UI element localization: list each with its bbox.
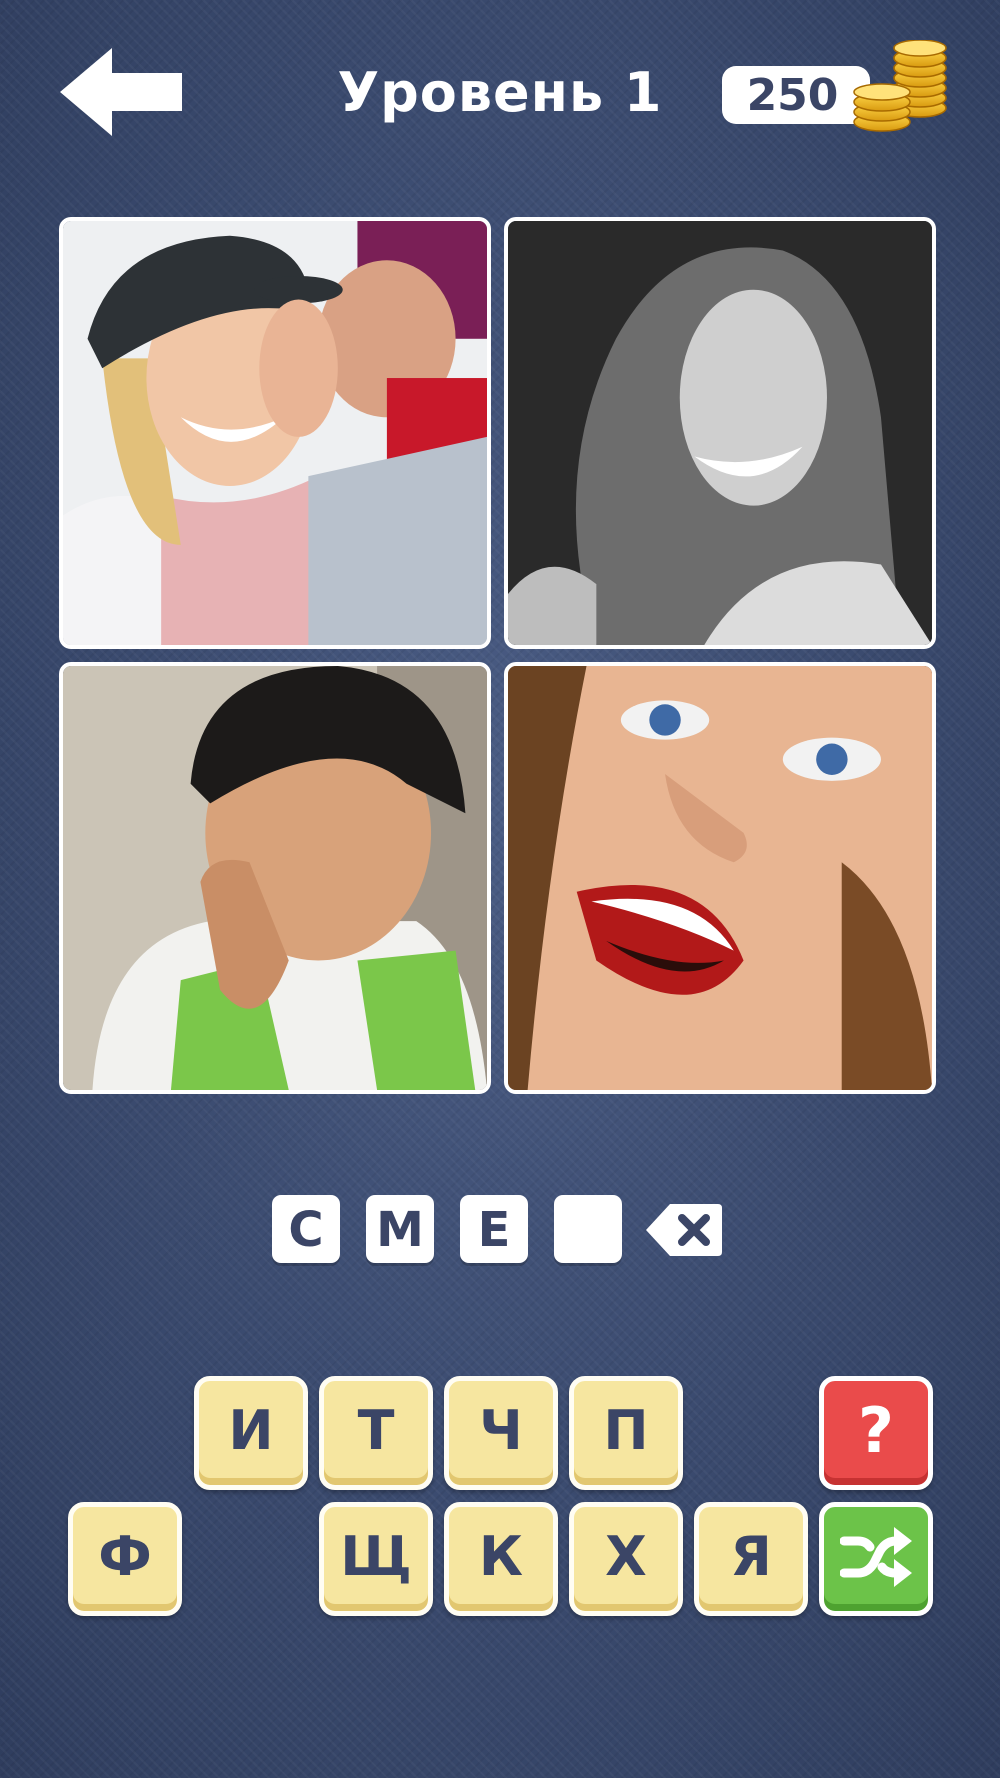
letter-tile[interactable]: Щ <box>319 1502 433 1616</box>
photo-woman-smiling-closeup[interactable] <box>504 662 936 1094</box>
letter-tile[interactable]: П <box>569 1376 683 1490</box>
answer-slot[interactable]: С <box>272 1195 340 1263</box>
shuffle-icon <box>840 1527 912 1587</box>
letter-tile[interactable]: Ф <box>68 1502 182 1616</box>
photo-couple-whisper[interactable] <box>59 217 491 649</box>
coin-count: 250 <box>746 70 839 121</box>
photo-boy-laughing[interactable] <box>59 662 491 1094</box>
arrow-left-icon <box>60 48 182 136</box>
back-button[interactable] <box>60 46 185 138</box>
letter-tile[interactable]: К <box>444 1502 558 1616</box>
answer-slot[interactable]: М <box>366 1195 434 1263</box>
level-title: Уровень 1 <box>337 61 663 124</box>
answer-slot[interactable]: Е <box>460 1195 528 1263</box>
letter-tile[interactable]: Ч <box>444 1376 558 1490</box>
letter-tile[interactable]: И <box>194 1376 308 1490</box>
letter-tile[interactable]: Т <box>319 1376 433 1490</box>
backspace-icon <box>646 1204 722 1256</box>
delete-letter-button[interactable] <box>642 1200 724 1260</box>
question-mark-icon: ? <box>858 1394 894 1467</box>
shuffle-button[interactable] <box>819 1502 933 1616</box>
coin-stack-icon <box>850 39 950 132</box>
letter-tile[interactable]: Я <box>694 1502 808 1616</box>
letter-tile[interactable]: Х <box>569 1502 683 1616</box>
answer-slot-empty[interactable] <box>554 1195 622 1263</box>
photo-woman-laughing-bw[interactable] <box>504 217 936 649</box>
hint-button[interactable]: ? <box>819 1376 933 1490</box>
